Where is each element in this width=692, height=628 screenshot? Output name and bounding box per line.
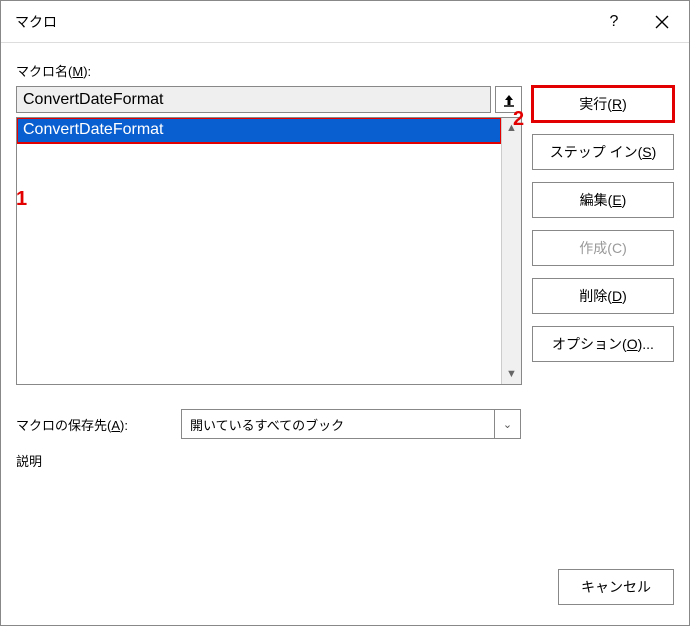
delete-button[interactable]: 削除(D) — [532, 278, 674, 314]
main-row: ConvertDateFormat ▲ ▼ 実行(R) ステップ イン(S) 編… — [16, 86, 674, 385]
macro-run-arrow-button[interactable] — [495, 86, 522, 113]
scroll-up-icon[interactable]: ▲ — [502, 118, 521, 138]
macro-name-label: マクロ名(M): — [16, 61, 674, 80]
edit-button[interactable]: 編集(E) — [532, 182, 674, 218]
stepin-button[interactable]: ステップ イン(S) — [532, 134, 674, 170]
help-button[interactable]: ? — [591, 2, 637, 42]
macro-dialog: マクロ ? マクロ名(M): ConvertDateFormat — [0, 0, 690, 626]
dialog-content: マクロ名(M): ConvertDateFormat ▲ ▼ — [1, 43, 689, 625]
description-label: 説明 — [16, 451, 674, 470]
macro-name-input[interactable] — [16, 86, 491, 113]
storage-row: マクロの保存先(A): 開いているすべてのブック ⌄ — [16, 409, 674, 439]
macro-name-row — [16, 86, 522, 113]
create-button: 作成(C) — [532, 230, 674, 266]
list-item[interactable]: ConvertDateFormat — [17, 118, 501, 143]
macro-listbox[interactable]: ConvertDateFormat — [17, 118, 501, 384]
dialog-title: マクロ — [15, 12, 591, 32]
options-button[interactable]: オプション(O)... — [532, 326, 674, 362]
cancel-button[interactable]: キャンセル — [558, 569, 674, 605]
chevron-down-icon[interactable]: ⌄ — [494, 410, 520, 438]
listbox-scrollbar[interactable]: ▲ ▼ — [501, 118, 521, 384]
macro-listbox-wrap: ConvertDateFormat ▲ ▼ — [16, 117, 522, 385]
run-button[interactable]: 実行(R) — [532, 86, 674, 122]
cancel-wrap: キャンセル — [558, 569, 674, 605]
close-icon — [654, 14, 670, 30]
close-button[interactable] — [637, 2, 687, 42]
titlebar: マクロ ? — [1, 1, 689, 43]
up-arrow-icon — [502, 93, 516, 107]
button-column: 実行(R) ステップ イン(S) 編集(E) 作成(C) 削除(D) オプション… — [532, 86, 674, 362]
scroll-down-icon[interactable]: ▼ — [502, 364, 521, 384]
left-column: ConvertDateFormat ▲ ▼ — [16, 86, 522, 385]
storage-combobox[interactable]: 開いているすべてのブック ⌄ — [181, 409, 521, 439]
storage-value: 開いているすべてのブック — [190, 415, 344, 434]
storage-label: マクロの保存先(A): — [16, 415, 171, 434]
